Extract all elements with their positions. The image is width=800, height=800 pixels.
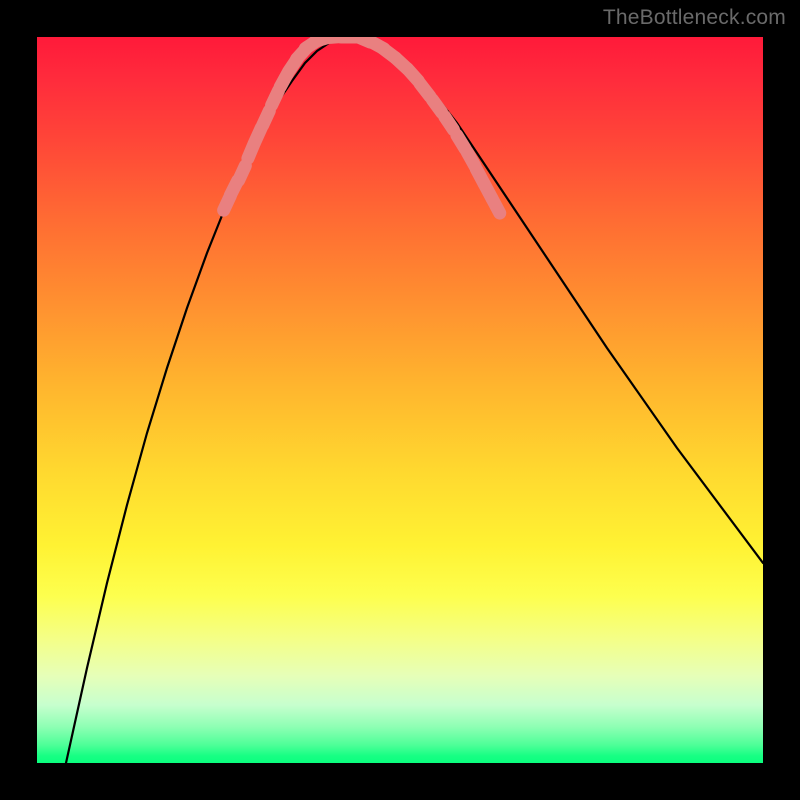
bottleneck-curve (66, 39, 763, 763)
marker-dot (492, 199, 500, 213)
plot-area (37, 37, 763, 763)
chart-frame: TheBottleneck.com (0, 0, 800, 800)
watermark-text: TheBottleneck.com (603, 6, 786, 30)
marker-dot (272, 91, 279, 105)
marker-dot (445, 116, 454, 129)
chart-svg (37, 37, 763, 763)
marker-dot (432, 100, 441, 113)
marker-dot (263, 111, 270, 126)
marker-dot (239, 166, 246, 181)
